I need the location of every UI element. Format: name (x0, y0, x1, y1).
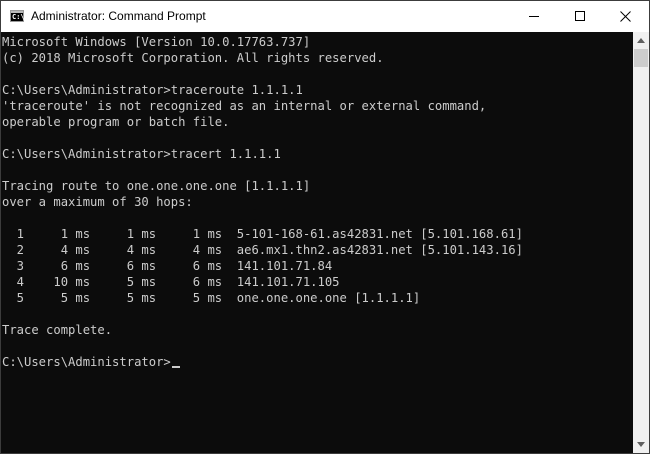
console-line: C:\Users\Administrator> (2, 354, 180, 370)
window-title: Administrator: Command Prompt (31, 9, 206, 23)
console-line: 1 1 ms 1 ms 1 ms 5-101-168-61.as42831.ne… (2, 227, 523, 241)
console-line: operable program or batch file. (2, 115, 230, 129)
close-button[interactable] (603, 1, 649, 32)
scroll-down-arrow-icon (637, 442, 645, 447)
console-line: 2 4 ms 4 ms 4 ms ae6.mx1.thn2.as42831.ne… (2, 243, 523, 257)
console-line: 'traceroute' is not recognized as an int… (2, 99, 487, 113)
console-line: 4 10 ms 5 ms 6 ms 141.101.71.105 (2, 275, 340, 289)
minimize-icon (529, 16, 539, 17)
scroll-up-button[interactable] (633, 32, 649, 49)
console-line: Microsoft Windows [Version 10.0.17763.73… (2, 35, 311, 49)
console-line: C:\Users\Administrator>traceroute 1.1.1.… (2, 83, 303, 97)
scroll-up-arrow-icon (637, 38, 645, 43)
console-line: (c) 2018 Microsoft Corporation. All righ… (2, 51, 384, 65)
text-cursor (171, 366, 180, 368)
console-line: 3 6 ms 6 ms 6 ms 141.101.71.84 (2, 259, 333, 273)
console-line: Trace complete. (2, 323, 113, 337)
console-line: C:\Users\Administrator>tracert 1.1.1.1 (2, 147, 281, 161)
cmd-icon-glyph: C:\ (12, 13, 25, 21)
console-line: Tracing route to one.one.one.one [1.1.1.… (2, 179, 311, 193)
title-bar[interactable]: C:\ Administrator: Command Prompt (1, 1, 649, 32)
scroll-thumb[interactable] (634, 49, 648, 67)
maximize-button[interactable] (557, 1, 603, 32)
console-line: 5 5 ms 5 ms 5 ms one.one.one.one [1.1.1.… (2, 291, 421, 305)
scroll-down-button[interactable] (633, 436, 649, 453)
close-icon (620, 11, 631, 22)
console-line: over a maximum of 30 hops: (2, 195, 193, 209)
maximize-icon (575, 11, 585, 21)
cmd-icon[interactable]: C:\ (10, 10, 25, 22)
minimize-button[interactable] (511, 1, 557, 32)
vertical-scrollbar[interactable] (633, 32, 649, 453)
command-prompt-window: C:\ Administrator: Command Prompt Micros… (0, 0, 650, 454)
console-output[interactable]: Microsoft Windows [Version 10.0.17763.73… (1, 32, 633, 453)
